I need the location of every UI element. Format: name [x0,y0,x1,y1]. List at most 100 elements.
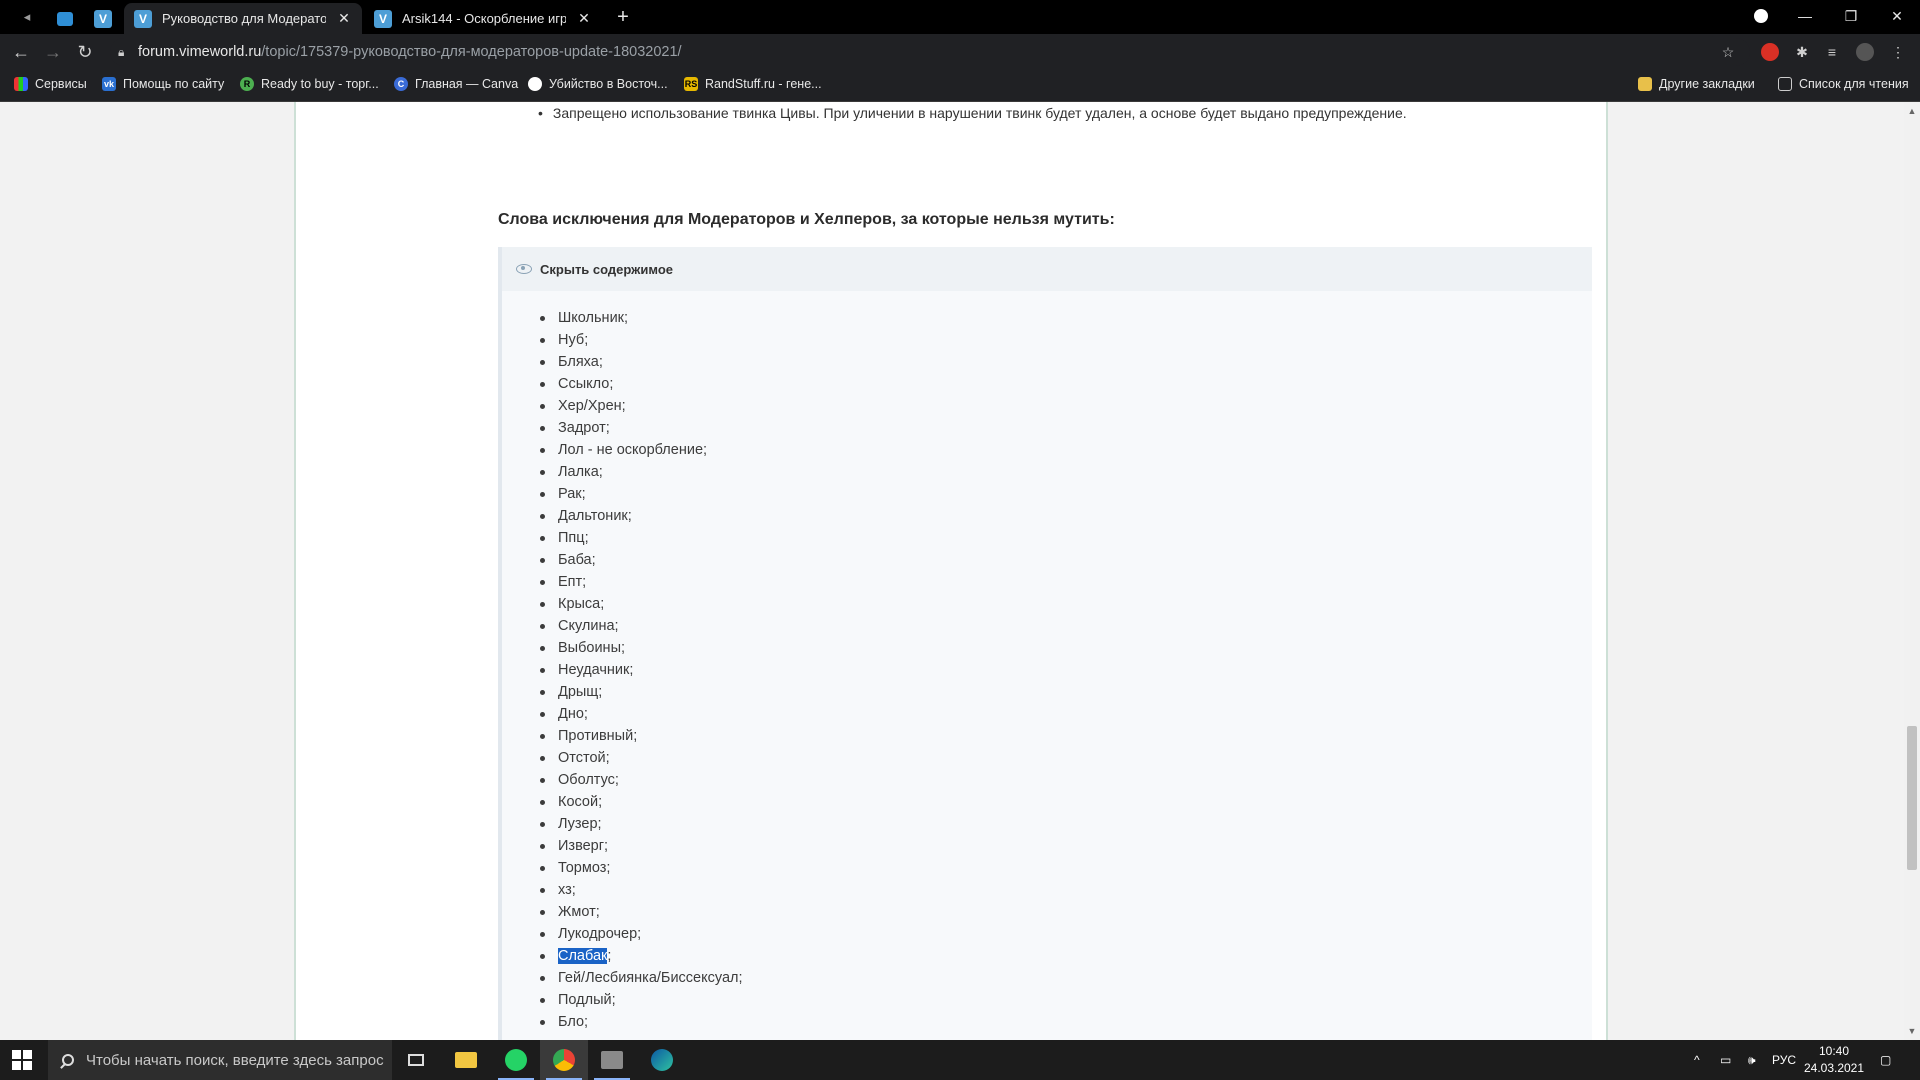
clock-date: 24.03.2021 [1803,1061,1865,1075]
minimize-button[interactable]: — [1782,0,1828,32]
bookmark-randstuff[interactable]: RS RandStuff.ru - гене... [684,77,822,91]
tab-moderators-guide[interactable]: V Руководство для Модераторов ✕ [124,3,362,34]
extensions-puzzle-icon[interactable]: ✱ [1792,42,1812,62]
apps-grid-icon [14,77,28,91]
pinned-tab-vimeworld[interactable]: V [86,3,120,34]
bookmark-murder-east[interactable]: Убийство в Восточ... [528,77,668,91]
network-icon[interactable]: ▭ [1720,1040,1731,1080]
media-queue-icon[interactable]: ≡ [1822,42,1842,62]
tab-close-icon[interactable]: ✕ [576,10,592,27]
bookmark-label: RandStuff.ru - гене... [705,77,822,91]
browser-tab-strip: ◂ V V Руководство для Модераторов ✕ V Ar… [0,0,1920,34]
bookmark-services[interactable]: Сервисы [14,77,87,91]
lock-icon: 🔒︎ [118,44,125,59]
windows-taskbar: Чтобы начать поиск, введите здесь запрос… [0,1040,1920,1080]
language-indicator[interactable]: РУС [1772,1040,1796,1080]
messages-icon [57,11,73,26]
spoiler-label: Скрыть содержимое [540,261,673,277]
reload-button[interactable]: ↻ [72,40,98,64]
list-item: Ппц; [540,527,743,549]
bookmark-label: Главная — Canva [415,77,519,91]
rule-text: Запрещено использование твинка Цивы. При… [552,105,1407,121]
rule-list-item: • Запрещено использование твинка Цивы. П… [538,105,1407,121]
extension-red-icon[interactable] [1760,42,1780,62]
profile-avatar-icon[interactable] [1855,42,1875,62]
bookmark-label: Сервисы [35,77,87,91]
search-icon [62,1054,74,1066]
ready-icon: R [240,77,254,91]
url-host: forum.vimeworld.ru [138,44,262,60]
tab-title: Руководство для Модераторов [162,11,326,26]
address-bar[interactable]: 🔒︎ forum.vimeworld.ru /topic/175379-руко… [110,38,1750,66]
selected-text: Слабак [558,948,608,964]
list-item: Противный; [540,725,743,747]
whatsapp-icon[interactable] [492,1040,540,1080]
tray-chevron-icon[interactable]: ^ [1694,1040,1700,1080]
bookmark-label: Помощь по сайту [123,77,225,91]
list-item: Школьник; [540,307,743,329]
windows-start-icon[interactable] [12,1050,32,1070]
list-item: Изверг; [540,835,743,857]
chrome-icon[interactable] [540,1040,588,1080]
list-item: Жмот; [540,901,743,923]
list-item: Лузер; [540,813,743,835]
bookmark-ready-to-buy[interactable]: R Ready to buy - торг... [240,77,379,91]
minecraft-launcher-icon[interactable] [588,1040,636,1080]
list-item: Отстой; [540,747,743,769]
taskbar-search[interactable]: Чтобы начать поиск, введите здесь запрос [48,1040,392,1080]
edge-icon[interactable] [638,1040,686,1080]
spoiler-toggle[interactable]: Скрыть содержимое [502,247,1592,291]
vimeworld-icon: V [374,9,392,28]
file-explorer-icon[interactable] [442,1040,490,1080]
randstuff-icon: RS [684,77,698,91]
profile-download-icon[interactable] [1738,0,1784,32]
bookmark-star-icon[interactable]: ☆ [1718,42,1738,62]
notifications-icon[interactable]: ▢ [1880,1040,1891,1080]
bookmark-help[interactable]: vk Помощь по сайту [102,77,224,91]
volume-icon[interactable]: 🕪︎ [1748,1040,1756,1080]
close-window-button[interactable]: ✕ [1874,0,1920,32]
list-item: Подлый; [540,989,743,1011]
menu-kebab-icon[interactable]: ⋮ [1888,42,1908,62]
scroll-up-icon[interactable]: ▲ [1907,106,1917,116]
new-tab-button[interactable]: + [612,6,634,29]
url-path: /topic/175379-руководство-для-модераторо… [261,44,682,60]
tab-close-icon[interactable]: ✕ [336,10,352,27]
page-scrollbar[interactable]: ▲ ▼ [1904,102,1920,1040]
bookmark-label: Ready to buy - торг... [261,77,379,91]
clock[interactable]: 10:40 24.03.2021 [1803,1040,1865,1080]
back-button[interactable]: ← [8,40,34,64]
reading-list-button[interactable]: Список для чтения [1778,77,1909,91]
list-item: Косой; [540,791,743,813]
list-item: Епт; [540,571,743,593]
bookmark-canva[interactable]: C Главная — Canva [394,77,518,91]
list-item: Тормоз; [540,857,743,879]
list-item: Лалка; [540,461,743,483]
task-view-icon[interactable] [392,1040,440,1080]
post-content: • Запрещено использование твинка Цивы. П… [294,102,1608,1040]
tab-search-icon[interactable]: ◂ [16,6,38,28]
search-placeholder: Чтобы начать поиск, введите здесь запрос [86,1051,384,1069]
bookmarks-bar: Сервисы vk Помощь по сайту R Ready to bu… [0,70,1920,102]
tab-title: Arsik144 - Оскорбление игрок [402,11,566,26]
vimeworld-icon: V [94,9,112,28]
list-item: Дно; [540,703,743,725]
exception-word-list: Школьник; Нуб; Бляха; Ссыкло; Хер/Хрен; Задро… [540,307,743,1033]
vk-icon: vk [102,77,116,91]
clock-time: 10:40 [1818,1044,1850,1058]
list-item: Нуб; [540,329,743,351]
list-item: Гей/Лесбиянка/Биссексуал; [540,967,743,989]
tab-arsik-report[interactable]: V Arsik144 - Оскорбление игрок ✕ [364,3,602,34]
scroll-down-icon[interactable]: ▼ [1907,1026,1917,1036]
section-title: Слова исключения для Модераторов и Хелпе… [498,211,1115,228]
scrollbar-thumb[interactable] [1907,726,1917,870]
list-item: Задрот; [540,417,743,439]
list-item: Ссыкло; [540,373,743,395]
folder-icon [1638,77,1652,91]
pinned-tab-messages[interactable] [48,3,82,34]
forward-button[interactable]: → [40,40,66,64]
other-bookmarks-folder[interactable]: Другие закладки [1638,77,1755,91]
spoiler-block: Скрыть содержимое Школьник; Нуб; Бляха; Ссы… [498,247,1592,1040]
list-item: Баба; [540,549,743,571]
restore-button[interactable]: ❐ [1828,0,1874,32]
